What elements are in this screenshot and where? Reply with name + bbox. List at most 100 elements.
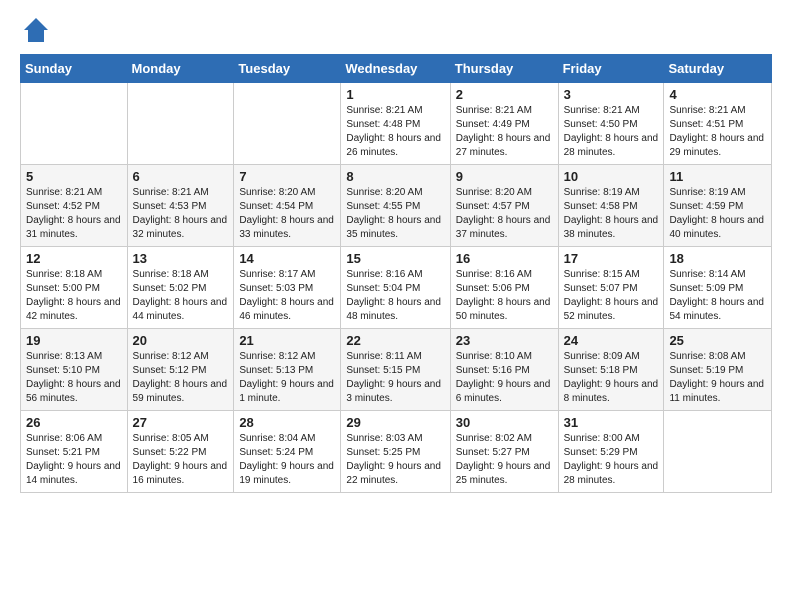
day-header-thursday: Thursday <box>450 55 558 83</box>
day-number: 13 <box>133 251 229 266</box>
day-info: Sunrise: 8:12 AMSunset: 5:12 PMDaylight:… <box>133 350 229 406</box>
calendar-week-row: 19 Sunrise: 8:13 AMSunset: 5:10 PMDayligh… <box>21 329 772 411</box>
day-info: Sunrise: 8:05 AMSunset: 5:22 PMDaylight:… <box>133 432 229 488</box>
day-number: 10 <box>564 169 659 184</box>
day-number: 6 <box>133 169 229 184</box>
calendar-cell: 7Sunrise: 8:20 AMSunset: 4:54 PMDaylight… <box>234 165 341 247</box>
day-header-monday: Monday <box>127 55 234 83</box>
calendar-cell: 23 Sunrise: 8:10 AMSunset: 5:16 PMDayligh… <box>450 329 558 411</box>
calendar-cell: 30 Sunrise: 8:02 AMSunset: 5:27 PMDayligh… <box>450 411 558 493</box>
day-info: Sunrise: 8:10 AMSunset: 5:16 PMDaylight:… <box>456 350 553 406</box>
calendar-cell: 18 Sunrise: 8:14 AMSunset: 5:09 PMDayligh… <box>664 247 772 329</box>
day-header-saturday: Saturday <box>664 55 772 83</box>
calendar-cell: 29 Sunrise: 8:03 AMSunset: 5:25 PMDayligh… <box>341 411 450 493</box>
day-number: 15 <box>346 251 444 266</box>
day-number: 29 <box>346 415 444 430</box>
day-header-tuesday: Tuesday <box>234 55 341 83</box>
calendar-cell: 20Sunrise: 8:12 AMSunset: 5:12 PMDayligh… <box>127 329 234 411</box>
calendar-cell <box>664 411 772 493</box>
day-number: 1 <box>346 87 444 102</box>
calendar-table: SundayMondayTuesdayWednesdayThursdayFrid… <box>20 54 772 493</box>
day-number: 5 <box>26 169 122 184</box>
day-info: Sunrise: 8:19 AMSunset: 4:58 PMDaylight:… <box>564 186 659 242</box>
day-number: 12 <box>26 251 122 266</box>
day-number: 18 <box>669 251 766 266</box>
calendar-cell: 10 Sunrise: 8:19 AMSunset: 4:58 PMDayligh… <box>558 165 664 247</box>
calendar-cell: 8 Sunrise: 8:20 AMSunset: 4:55 PMDaylight… <box>341 165 450 247</box>
day-number: 27 <box>133 415 229 430</box>
day-number: 24 <box>564 333 659 348</box>
calendar-cell: 1 Sunrise: 8:21 AMSunset: 4:48 PMDaylight… <box>341 83 450 165</box>
calendar-cell: 25 Sunrise: 8:08 AMSunset: 5:19 PMDayligh… <box>664 329 772 411</box>
calendar-header-row: SundayMondayTuesdayWednesdayThursdayFrid… <box>21 55 772 83</box>
day-number: 17 <box>564 251 659 266</box>
day-info: Sunrise: 8:18 AMSunset: 5:00 PMDaylight:… <box>26 268 122 324</box>
calendar-cell: 3 Sunrise: 8:21 AMSunset: 4:50 PMDaylight… <box>558 83 664 165</box>
calendar-cell: 15 Sunrise: 8:16 AMSunset: 5:04 PMDayligh… <box>341 247 450 329</box>
day-info: Sunrise: 8:03 AMSunset: 5:25 PMDaylight:… <box>346 432 444 488</box>
day-info: Sunrise: 8:04 AMSunset: 5:24 PMDaylight:… <box>239 432 335 488</box>
calendar-cell: 5 Sunrise: 8:21 AMSunset: 4:52 PMDaylight… <box>21 165 128 247</box>
day-info: Sunrise: 8:20 AMSunset: 4:55 PMDaylight:… <box>346 186 444 242</box>
day-info: Sunrise: 8:11 AMSunset: 5:15 PMDaylight:… <box>346 350 444 406</box>
day-number: 8 <box>346 169 444 184</box>
calendar-cell: 17 Sunrise: 8:15 AMSunset: 5:07 PMDayligh… <box>558 247 664 329</box>
calendar-cell <box>21 83 128 165</box>
day-info: Sunrise: 8:17 AMSunset: 5:03 PMDaylight:… <box>239 268 335 324</box>
calendar-cell: 27 Sunrise: 8:05 AMSunset: 5:22 PMDayligh… <box>127 411 234 493</box>
day-info: Sunrise: 8:09 AMSunset: 5:18 PMDaylight:… <box>564 350 659 406</box>
calendar-week-row: 1 Sunrise: 8:21 AMSunset: 4:48 PMDaylight… <box>21 83 772 165</box>
day-info: Sunrise: 8:13 AMSunset: 5:10 PMDaylight:… <box>26 350 122 406</box>
day-header-friday: Friday <box>558 55 664 83</box>
day-number: 23 <box>456 333 553 348</box>
day-number: 22 <box>346 333 444 348</box>
calendar-cell: 9 Sunrise: 8:20 AMSunset: 4:57 PMDaylight… <box>450 165 558 247</box>
day-info: Sunrise: 8:08 AMSunset: 5:19 PMDaylight:… <box>669 350 766 406</box>
day-info: Sunrise: 8:21 AMSunset: 4:52 PMDaylight:… <box>26 186 122 242</box>
day-number: 30 <box>456 415 553 430</box>
day-info: Sunrise: 8:14 AMSunset: 5:09 PMDaylight:… <box>669 268 766 324</box>
calendar-cell: 2Sunrise: 8:21 AMSunset: 4:49 PMDaylight… <box>450 83 558 165</box>
day-info: Sunrise: 8:16 AMSunset: 5:04 PMDaylight:… <box>346 268 444 324</box>
day-number: 25 <box>669 333 766 348</box>
day-header-wednesday: Wednesday <box>341 55 450 83</box>
day-number: 4 <box>669 87 766 102</box>
day-info: Sunrise: 8:16 AMSunset: 5:06 PMDaylight:… <box>456 268 553 324</box>
day-info: Sunrise: 8:20 AMSunset: 4:57 PMDaylight:… <box>456 186 553 242</box>
calendar-cell: 21Sunrise: 8:12 AMSunset: 5:13 PMDayligh… <box>234 329 341 411</box>
day-number: 28 <box>239 415 335 430</box>
day-info: Sunrise: 8:15 AMSunset: 5:07 PMDaylight:… <box>564 268 659 324</box>
day-number: 26 <box>26 415 122 430</box>
calendar-cell: 28 Sunrise: 8:04 AMSunset: 5:24 PMDayligh… <box>234 411 341 493</box>
calendar-cell: 14 Sunrise: 8:17 AMSunset: 5:03 PMDayligh… <box>234 247 341 329</box>
calendar-cell <box>127 83 234 165</box>
day-info: Sunrise: 8:21 AMSunset: 4:50 PMDaylight:… <box>564 104 659 160</box>
day-number: 2 <box>456 87 553 102</box>
calendar-week-row: 12 Sunrise: 8:18 AMSunset: 5:00 PMDayligh… <box>21 247 772 329</box>
day-number: 9 <box>456 169 553 184</box>
day-info: Sunrise: 8:20 AMSunset: 4:54 PMDaylight:… <box>239 186 335 242</box>
day-number: 11 <box>669 169 766 184</box>
calendar-cell: 11 Sunrise: 8:19 AMSunset: 4:59 PMDayligh… <box>664 165 772 247</box>
day-number: 14 <box>239 251 335 266</box>
day-number: 19 <box>26 333 122 348</box>
day-info: Sunrise: 8:06 AMSunset: 5:21 PMDaylight:… <box>26 432 122 488</box>
calendar-cell: 16Sunrise: 8:16 AMSunset: 5:06 PMDayligh… <box>450 247 558 329</box>
day-number: 3 <box>564 87 659 102</box>
day-info: Sunrise: 8:02 AMSunset: 5:27 PMDaylight:… <box>456 432 553 488</box>
logo-icon <box>22 16 50 44</box>
calendar-cell <box>234 83 341 165</box>
calendar-week-row: 5 Sunrise: 8:21 AMSunset: 4:52 PMDaylight… <box>21 165 772 247</box>
calendar-cell: 22 Sunrise: 8:11 AMSunset: 5:15 PMDayligh… <box>341 329 450 411</box>
day-header-sunday: Sunday <box>21 55 128 83</box>
day-info: Sunrise: 8:21 AMSunset: 4:48 PMDaylight:… <box>346 104 444 160</box>
day-number: 31 <box>564 415 659 430</box>
calendar-cell: 26 Sunrise: 8:06 AMSunset: 5:21 PMDayligh… <box>21 411 128 493</box>
calendar-cell: 6 Sunrise: 8:21 AMSunset: 4:53 PMDaylight… <box>127 165 234 247</box>
calendar-cell: 4Sunrise: 8:21 AMSunset: 4:51 PMDaylight… <box>664 83 772 165</box>
calendar-cell: 19 Sunrise: 8:13 AMSunset: 5:10 PMDayligh… <box>21 329 128 411</box>
logo <box>20 16 50 44</box>
day-info: Sunrise: 8:21 AMSunset: 4:53 PMDaylight:… <box>133 186 229 242</box>
day-info: Sunrise: 8:19 AMSunset: 4:59 PMDaylight:… <box>669 186 766 242</box>
day-info: Sunrise: 8:12 AMSunset: 5:13 PMDaylight:… <box>239 350 335 406</box>
